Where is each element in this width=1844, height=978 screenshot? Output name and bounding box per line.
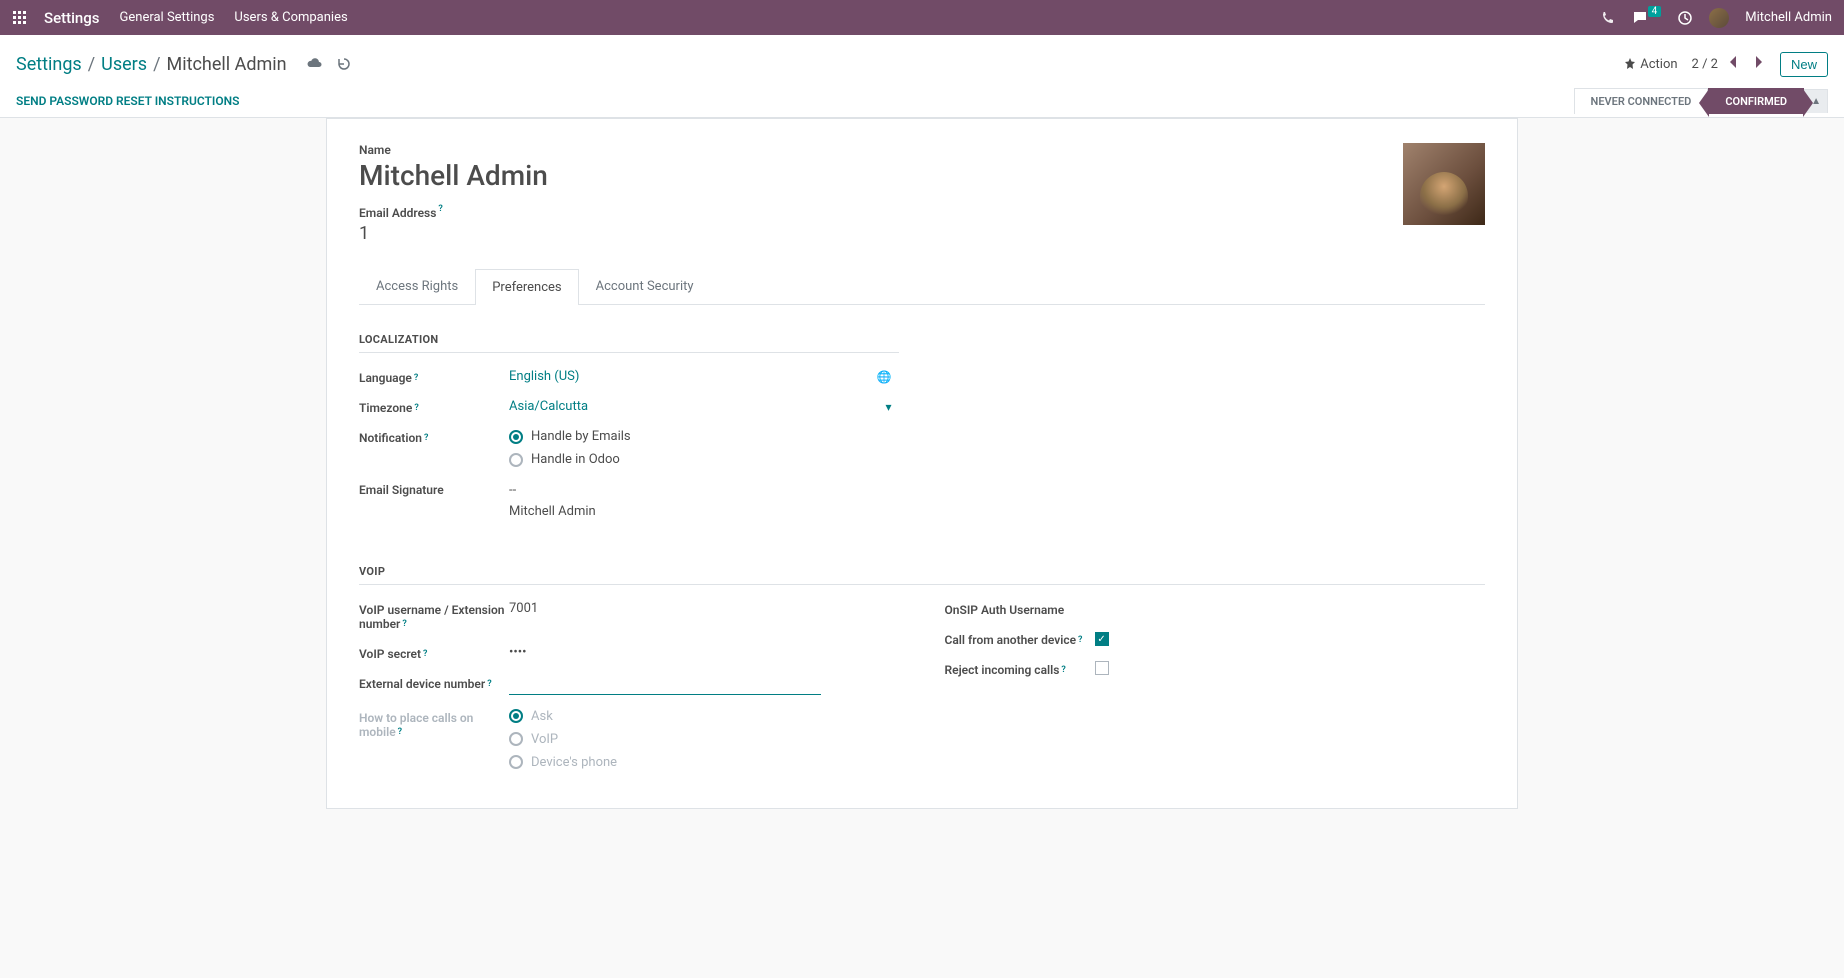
section-localization: LOCALIZATION [359,333,899,353]
radio-device-phone[interactable]: Device's phone [509,755,899,770]
user-menu[interactable] [1709,8,1729,28]
email-field[interactable]: 1 [359,223,1403,244]
voip-secret-label: VoIP secret [359,647,421,661]
user-name-label[interactable]: Mitchell Admin [1745,10,1832,25]
help-icon[interactable]: ? [424,433,428,443]
help-icon[interactable]: ? [487,679,491,689]
voip-secret-field[interactable]: •••• [509,645,899,660]
breadcrumb-settings[interactable]: Settings [16,54,82,75]
status-bar: NEVER CONNECTED CONFIRMED ▲ [1574,88,1828,114]
timezone-label: Timezone [359,401,412,415]
menu-general-settings[interactable]: General Settings [120,10,215,25]
external-device-label: External device number [359,677,485,691]
pager-prev-icon[interactable] [1726,56,1742,72]
help-icon[interactable]: ? [423,649,427,659]
status-confirmed[interactable]: CONFIRMED [1708,88,1804,114]
control-panel: Settings / Users / Mitchell Admin Action… [0,35,1844,118]
pager: 2 / 2 [1692,56,1766,72]
chevron-down-icon[interactable]: ▾ [885,400,891,414]
name-field[interactable]: Mitchell Admin [359,159,1403,192]
call-other-checkbox[interactable]: ✓ [1095,632,1109,646]
send-password-reset-link[interactable]: SEND PASSWORD RESET INSTRUCTIONS [16,94,239,108]
language-field[interactable]: English (US) [509,369,579,384]
help-icon[interactable]: ? [402,619,406,629]
voip-username-label: VoIP username / Extension number [359,603,504,631]
radio-icon [509,709,523,723]
help-icon[interactable]: ? [414,373,418,383]
notification-label: Notification [359,431,422,445]
phone-icon[interactable] [1600,10,1616,26]
reject-calls-checkbox[interactable] [1095,661,1109,675]
tab-access-rights[interactable]: Access Rights [359,268,475,304]
tab-account-security[interactable]: Account Security [579,268,711,304]
breadcrumb: Settings / Users / Mitchell Admin [16,54,351,75]
voip-username-field[interactable]: 7001 [509,601,899,616]
tabs: Access Rights Preferences Account Securi… [359,268,1485,305]
radio-voip[interactable]: VoIP [509,732,899,747]
radio-icon [509,755,523,769]
apps-icon[interactable] [12,10,28,26]
onsip-label: OnSIP Auth Username [945,601,1095,617]
new-button[interactable]: New [1780,52,1828,77]
menu-users-companies[interactable]: Users & Companies [234,10,347,25]
reject-calls-label: Reject incoming calls [945,663,1060,677]
section-voip: VOIP [359,565,1485,585]
user-photo[interactable] [1403,143,1485,225]
status-never-connected[interactable]: NEVER CONNECTED [1574,88,1709,114]
timezone-field[interactable]: Asia/Calcutta [509,399,588,414]
signature-label: Email Signature [359,481,509,497]
app-title[interactable]: Settings [44,9,100,27]
pager-next-icon[interactable] [1750,56,1766,72]
radio-handle-emails[interactable]: Handle by Emails [509,429,899,444]
messages-icon[interactable]: 4 [1632,10,1662,26]
help-icon[interactable]: ? [414,403,418,413]
mobile-calls-label: How to place calls on mobile [359,711,473,739]
language-label: Language [359,371,412,385]
messages-badge: 4 [1648,6,1662,17]
radio-icon [509,732,523,746]
help-icon[interactable]: ? [1078,635,1082,645]
radio-icon [509,453,523,467]
help-icon[interactable]: ? [1061,665,1065,675]
radio-handle-odoo[interactable]: Handle in Odoo [509,452,899,467]
name-label: Name [359,143,1403,157]
action-dropdown[interactable]: Action [1624,57,1677,72]
signature-field[interactable]: -- Mitchell Admin [509,481,899,523]
activity-icon[interactable] [1677,10,1693,26]
external-device-field[interactable] [509,675,821,695]
discard-icon[interactable] [337,57,351,71]
cloud-save-icon[interactable] [307,57,323,71]
breadcrumb-users[interactable]: Users [101,54,147,75]
avatar-icon [1709,8,1729,28]
radio-ask[interactable]: Ask [509,709,899,724]
radio-icon [509,430,523,444]
help-icon[interactable]: ? [398,727,402,737]
call-other-label: Call from another device [945,633,1077,647]
email-label: Email Address? [359,206,443,220]
pager-text: 2 / 2 [1692,57,1718,72]
breadcrumb-current: Mitchell Admin [167,54,287,75]
help-icon[interactable]: ? [438,204,442,214]
form-sheet: Name Mitchell Admin Email Address? 1 Acc… [326,118,1518,809]
globe-icon[interactable]: 🌐 [877,370,892,384]
tab-preferences[interactable]: Preferences [475,269,578,305]
top-navbar: Settings General Settings Users & Compan… [0,0,1844,35]
